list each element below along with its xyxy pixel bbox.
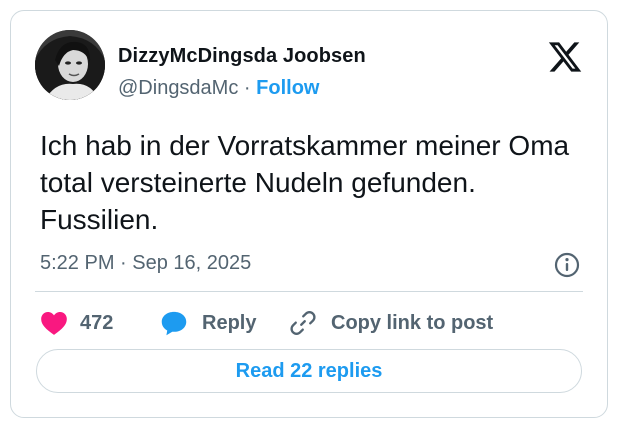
copy-link-button[interactable]: Copy link to post (289, 303, 493, 343)
heart-icon (41, 312, 67, 335)
tweet-timestamp[interactable]: 5:22 PM · Sep 16, 2025 (40, 252, 251, 275)
reply-label: Reply (202, 311, 257, 334)
like-count: 472 (80, 311, 114, 334)
link-icon (290, 311, 316, 335)
author-handle-row: @DingsdaMc · Follow (118, 77, 319, 100)
avatar-image (35, 30, 105, 100)
x-logo-icon[interactable] (547, 39, 583, 75)
copy-link-label: Copy link to post (331, 311, 494, 334)
like-button[interactable]: 472 (40, 303, 113, 343)
avatar[interactable] (35, 30, 105, 100)
tweet-text: Ich hab in der Vorratskammer meiner Oma … (40, 130, 570, 235)
follow-button[interactable]: Follow (256, 77, 319, 99)
reply-button[interactable]: Reply (160, 303, 256, 343)
action-bar: 472 Reply Copy link to post (11, 303, 607, 343)
handle-separator: · (243, 77, 251, 99)
tweet-card: DizzyMcDingsda Joobsen @DingsdaMc · Foll… (10, 10, 608, 418)
read-replies-button[interactable]: Read 22 replies (36, 349, 582, 393)
divider (35, 291, 583, 292)
speech-bubble-icon (161, 311, 187, 336)
info-icon[interactable] (553, 251, 581, 279)
author-display-name[interactable]: DizzyMcDingsda Joobsen (118, 45, 366, 68)
author-handle[interactable]: @DingsdaMc (118, 77, 238, 99)
